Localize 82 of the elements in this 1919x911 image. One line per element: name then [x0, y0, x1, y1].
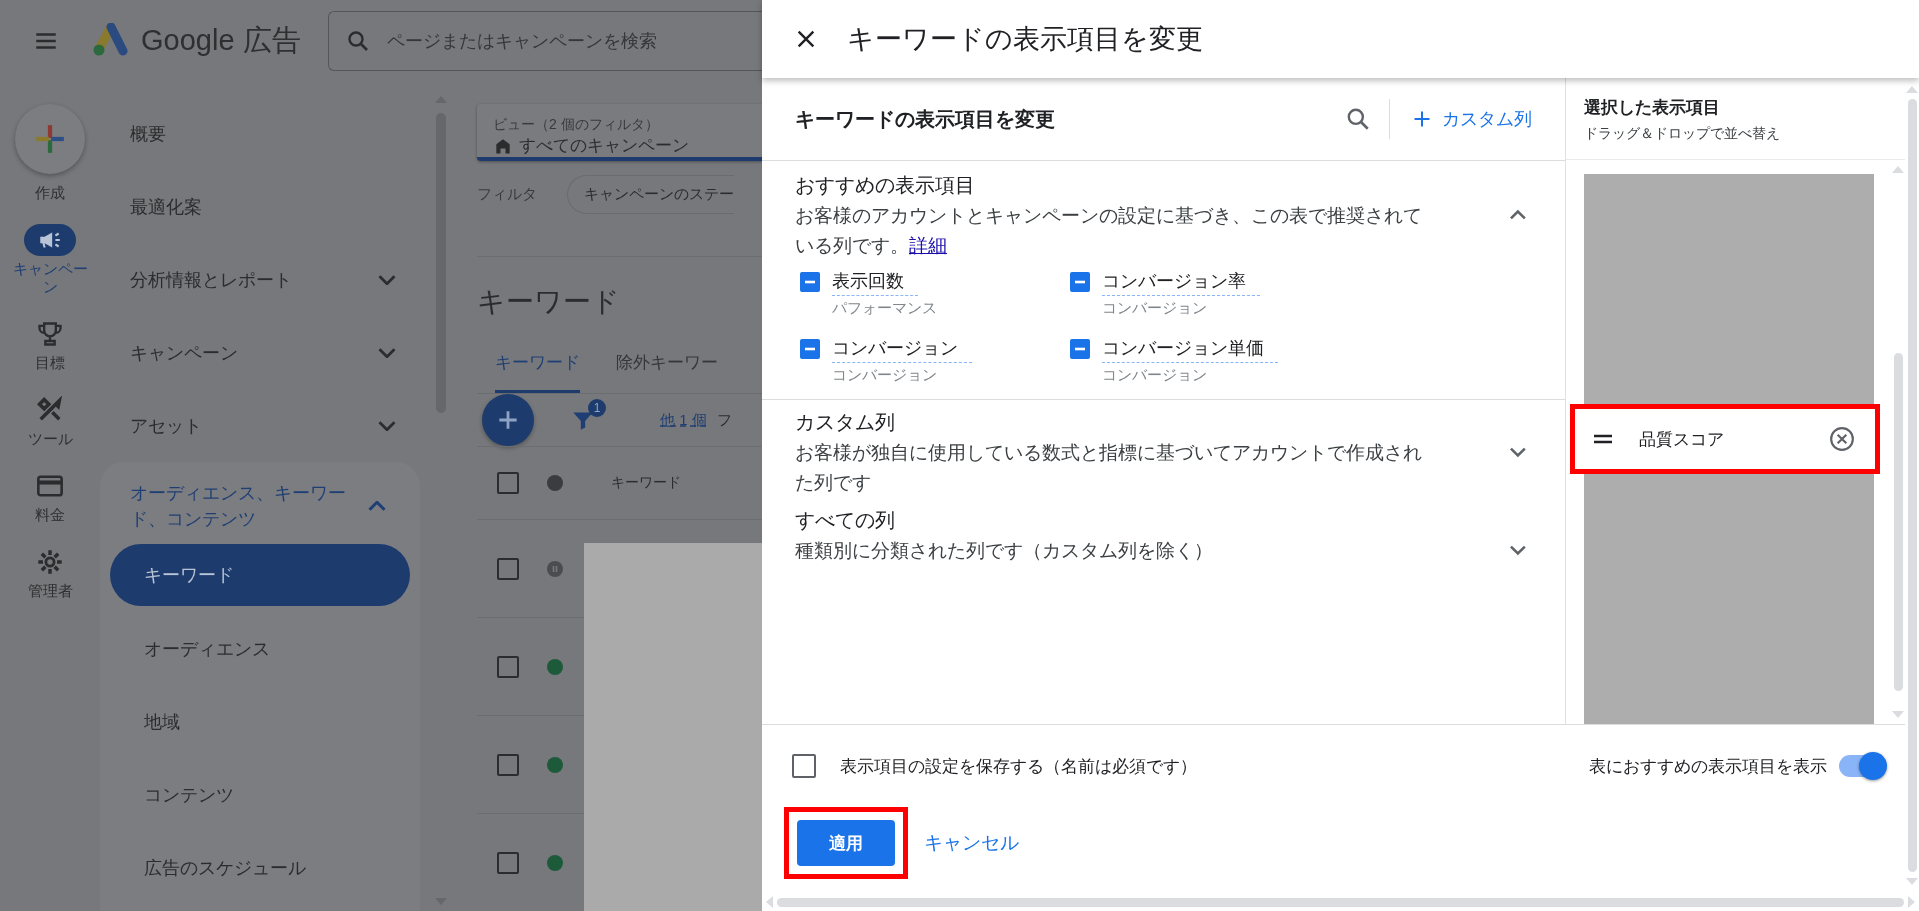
- nav-item[interactable]: 広告のスケジュール: [110, 831, 410, 904]
- add-custom-column-button[interactable]: カスタム列: [1412, 101, 1532, 137]
- rail-label: 管理者: [26, 582, 74, 600]
- column-label: コンバージョン: [832, 336, 972, 363]
- trophy-icon: [36, 320, 64, 348]
- column-header[interactable]: キーワード: [611, 474, 681, 492]
- view-selector[interactable]: ビュー（2 個のフィルタ） すべてのキャンペーン: [477, 104, 762, 161]
- chevron-down-icon: [378, 420, 396, 431]
- nav-item[interactable]: オーディエンス: [110, 612, 410, 685]
- toggle-switch[interactable]: [1839, 755, 1885, 777]
- rail-label: キャンペーン: [11, 260, 89, 296]
- section-title: すべての列: [795, 508, 896, 533]
- selected-columns-hint: ドラッグ＆ドロップで並べ替え: [1584, 125, 1781, 143]
- column-category: コンバージョン: [1102, 299, 1207, 318]
- chevron-down-icon: [378, 274, 396, 285]
- column-label: コンバージョン率: [1102, 269, 1260, 296]
- create-button[interactable]: [15, 104, 85, 174]
- details-link[interactable]: 詳細: [909, 235, 947, 256]
- tab[interactable]: 除外キーワー: [616, 351, 718, 393]
- search-field[interactable]: ページまたはキャンペーンを検索: [327, 11, 762, 71]
- selected-column-label: 品質スコア: [1639, 428, 1725, 451]
- panel-title: キーワードの表示項目を変更: [847, 23, 1203, 56]
- add-button[interactable]: [482, 394, 534, 446]
- section-description: 種類別に分類された列です（カスタム列を除く）: [795, 539, 1214, 563]
- nav-item[interactable]: キーワード: [110, 544, 410, 606]
- chevron-up-icon: [368, 501, 386, 511]
- apply-button[interactable]: 適用: [797, 820, 895, 866]
- checkbox[interactable]: [792, 754, 816, 778]
- column-label: コンバージョン単価: [1102, 336, 1278, 363]
- section-description: お客様のアカウントとキャンペーンの設定に基づき、この表で推奨されている列です。詳細: [795, 204, 1423, 258]
- tab[interactable]: キーワード: [495, 351, 580, 393]
- cancel-button[interactable]: キャンセル: [920, 824, 1023, 862]
- checkbox[interactable]: [1070, 339, 1090, 359]
- scrollbar-thumb[interactable]: [1907, 99, 1917, 872]
- row-checkbox[interactable]: [497, 557, 519, 580]
- rail-label: 料金: [34, 506, 66, 524]
- selected-columns-title: 選択した表示項目: [1584, 97, 1721, 119]
- plus-icon: [34, 123, 66, 155]
- scrollbar-thumb[interactable]: [1893, 353, 1903, 691]
- nav-item[interactable]: アセット: [100, 389, 430, 462]
- nav-item[interactable]: 地域: [110, 685, 410, 758]
- chevron-down-icon: [378, 347, 396, 358]
- nav-item[interactable]: コンテンツ: [110, 758, 410, 831]
- column-category: パフォーマンス: [832, 299, 937, 318]
- search-icon[interactable]: [1345, 106, 1371, 132]
- scrollbar-thumb[interactable]: [777, 897, 1904, 907]
- filter-count-badge: 1: [588, 399, 606, 417]
- save-settings-label: 表示項目の設定を保存する（名前は必須です）: [840, 755, 1197, 778]
- filter-label: フィルタ: [477, 185, 537, 204]
- row-checkbox[interactable]: [497, 753, 519, 776]
- more-filters-link[interactable]: 他 1 個: [660, 410, 707, 430]
- nav-group-header[interactable]: オーディエンス、キーワード、コンテンツ: [110, 472, 410, 544]
- plus-icon: [1412, 109, 1432, 129]
- search-icon: [345, 29, 370, 53]
- nav-item[interactable]: 概要: [100, 97, 430, 170]
- rail-label: 目標: [34, 354, 66, 372]
- toolbar-text: フ: [716, 410, 732, 430]
- checkbox[interactable]: [800, 272, 820, 292]
- section-description: お客様が独自に使用している数式と指標に基づいてアカウントで作成された列です: [795, 441, 1423, 495]
- nav-item[interactable]: キャンペーン: [100, 316, 430, 389]
- row-checkbox[interactable]: [497, 472, 519, 494]
- nav-item[interactable]: 最適化案: [100, 170, 430, 243]
- column-category: コンバージョン: [1102, 366, 1207, 385]
- close-icon[interactable]: [795, 28, 817, 50]
- remove-icon[interactable]: [1829, 426, 1855, 452]
- row-checkbox[interactable]: [497, 655, 519, 678]
- rail-label: ツール: [26, 430, 74, 448]
- toggle-label: 表におすすめの表示項目を表示: [1589, 755, 1827, 778]
- product-name: Google 広告: [141, 23, 301, 58]
- settings-icon: [36, 548, 64, 576]
- rail-icon-button[interactable]: [24, 224, 76, 256]
- column-category: コンバージョン: [832, 366, 937, 385]
- row-checkbox[interactable]: [497, 851, 519, 874]
- checkbox[interactable]: [1070, 272, 1090, 292]
- section-heading: キーワードの表示項目を変更: [795, 106, 1056, 132]
- nav-item[interactable]: 分析情報とレポート: [100, 243, 430, 316]
- card-icon: [36, 472, 64, 500]
- rail-label: 作成: [34, 184, 66, 202]
- section-title: おすすめの表示項目: [795, 173, 976, 198]
- column-label: 表示回数: [832, 269, 918, 296]
- checkbox[interactable]: [800, 339, 820, 359]
- section-title: カスタム列: [795, 410, 896, 435]
